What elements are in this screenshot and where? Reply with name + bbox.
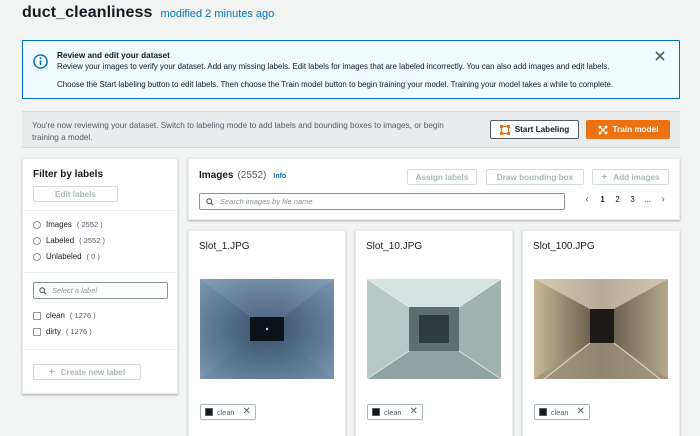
info-text-1: Review your images to verify your datase… (57, 62, 610, 71)
remove-label-icon[interactable]: ✕ (242, 407, 250, 417)
page-2[interactable]: 2 (610, 195, 625, 204)
checkbox-count: ( 1276 ) (69, 311, 96, 320)
image-card[interactable]: Slot_1.JPG clean ✕ (188, 230, 346, 436)
images-count: (2552) (237, 170, 267, 181)
checkbox-count: ( 1276 ) (65, 327, 92, 336)
images-title: Images (199, 170, 234, 181)
remove-label-icon[interactable]: ✕ (576, 407, 584, 417)
train-model-label: Train model (612, 125, 659, 134)
filter-panel: Filter by labels Edit labels Images ( 25… (22, 158, 178, 394)
pagination: ‹ 1 2 3 ... › (579, 194, 671, 205)
chevron-right-icon[interactable]: › (655, 194, 671, 205)
radio-count: ( 0 ) (86, 252, 100, 261)
label-tag-text: clean (217, 407, 235, 417)
edit-labels-button[interactable]: Edit labels (33, 186, 118, 202)
close-icon[interactable] (654, 50, 666, 62)
image-card[interactable]: Slot_100.JPG clean ✕ (522, 230, 680, 436)
image-filename: Slot_1.JPG (199, 241, 250, 252)
image-filename: Slot_10.JPG (366, 241, 423, 252)
label-tag: clean ✕ (200, 404, 256, 420)
info-icon (33, 54, 48, 69)
search-icon (39, 286, 47, 295)
model-icon (598, 125, 608, 134)
radio-label: Images (46, 220, 72, 229)
page-3[interactable]: 3 (625, 195, 640, 204)
label-search-placeholder: Select a label (52, 286, 98, 295)
draw-bounding-box-button[interactable]: Draw bounding box (486, 169, 584, 185)
divider (23, 210, 177, 211)
search-icon (206, 197, 214, 206)
label-checkbox-dirty[interactable]: dirty ( 1276 ) (33, 327, 92, 336)
label-tag: clean ✕ (367, 404, 423, 420)
info-link[interactable]: Info (273, 173, 286, 180)
remove-label-icon[interactable]: ✕ (409, 407, 417, 417)
radio-count: ( 2552 ) (76, 220, 103, 229)
add-images-button[interactable]: + Add images (592, 169, 669, 185)
label-checkbox-clean[interactable]: clean ( 1276 ) (33, 311, 96, 320)
image-search-input[interactable]: Search images by file name (199, 193, 565, 210)
radio-label: Unlabeled (46, 252, 82, 261)
radio-unlabeled[interactable]: Unlabeled ( 0 ) (33, 252, 100, 261)
radio-count: ( 2552 ) (79, 236, 105, 245)
divider (23, 349, 177, 350)
add-images-label: Add images (613, 172, 660, 182)
label-color-swatch (372, 408, 380, 416)
label-color-swatch (539, 408, 547, 416)
images-title-row: Images (2552) Info (199, 170, 286, 181)
plus-icon: + (48, 366, 55, 378)
filter-title: Filter by labels (33, 169, 104, 180)
checkbox-label: clean (46, 311, 65, 320)
info-alert: Review and edit your dataset Review your… (22, 40, 680, 99)
radio-circle[interactable] (33, 236, 41, 245)
radio-circle[interactable] (33, 220, 41, 229)
checkbox-label: dirty (46, 327, 61, 336)
radio-label: Labeled (46, 236, 75, 245)
review-bar: You're now reviewing your dataset. Switc… (22, 111, 680, 148)
plus-icon: + (601, 171, 608, 183)
divider (23, 272, 177, 273)
duct-thumbnail[interactable] (200, 279, 334, 379)
images-panel: Images (2552) Info Assign labels Draw bo… (188, 158, 680, 220)
start-labeling-label: Start Labeling (514, 125, 570, 134)
bounding-box-icon (499, 124, 510, 135)
checkbox[interactable] (33, 327, 41, 336)
info-heading: Review and edit your dataset (57, 51, 170, 60)
image-card[interactable]: Slot_10.JPG clean ✕ (355, 230, 513, 436)
label-tag: clean ✕ (534, 404, 590, 420)
duct-thumbnail[interactable] (367, 279, 501, 379)
radio-labeled[interactable]: Labeled ( 2552 ) (33, 236, 105, 245)
create-label-text: Create new label (60, 367, 126, 377)
review-message: You're now reviewing your dataset. Switc… (32, 121, 444, 142)
chevron-left-icon[interactable]: ‹ (579, 194, 595, 205)
image-filename: Slot_100.JPG (533, 241, 595, 252)
page-1[interactable]: 1 (595, 195, 610, 204)
duct-thumbnail[interactable] (534, 279, 668, 379)
page-title: duct_cleanliness (22, 4, 153, 21)
radio-images[interactable]: Images ( 2552 ) (33, 220, 103, 229)
label-search-input[interactable]: Select a label (33, 282, 168, 299)
modified-timestamp: modified 2 minutes ago (160, 8, 275, 20)
info-text-2: Choose the Start labeling button to edit… (57, 80, 614, 89)
create-new-label-button[interactable]: + Create new label (33, 364, 141, 380)
label-tag-text: clean (551, 407, 569, 417)
assign-labels-button[interactable]: Assign labels (407, 169, 477, 185)
train-model-button[interactable]: Train model (586, 120, 670, 139)
radio-circle[interactable] (33, 252, 41, 261)
label-tag-text: clean (384, 407, 402, 417)
start-labeling-button[interactable]: Start Labeling (490, 120, 579, 139)
page-ellipsis: ... (644, 195, 651, 204)
page-header: duct_cleanliness modified 2 minutes ago (22, 4, 274, 26)
image-search-placeholder: Search images by file name (220, 197, 313, 206)
checkbox[interactable] (33, 311, 41, 320)
label-color-swatch (205, 408, 213, 416)
